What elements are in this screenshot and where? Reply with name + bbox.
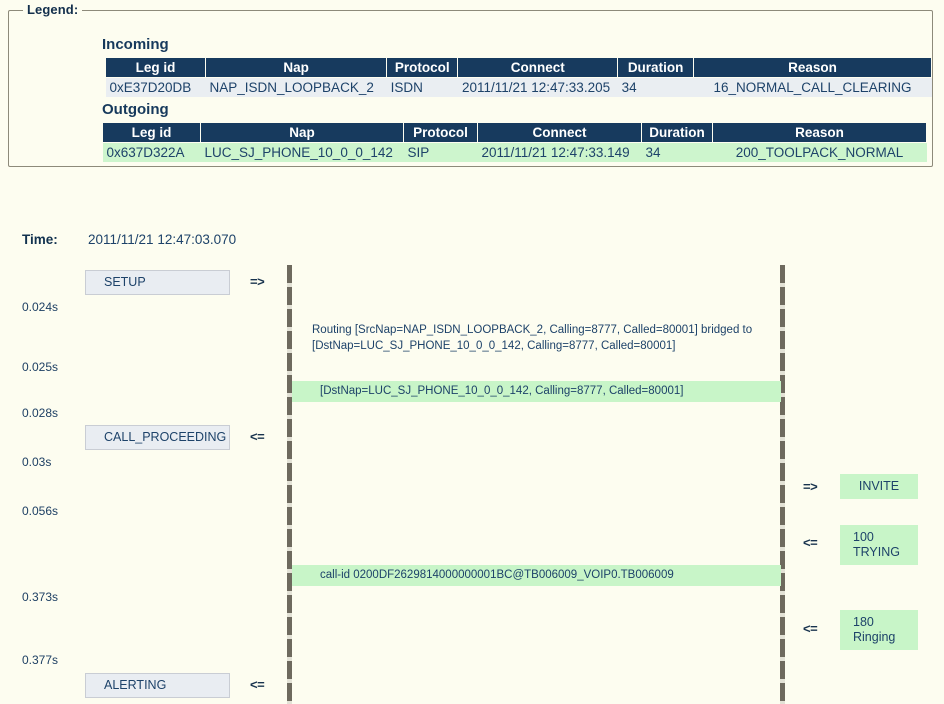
column-header-leg-id: Leg id bbox=[102, 122, 201, 143]
legend-panel: Legend: Incoming Leg id Nap Protocol Con… bbox=[8, 2, 933, 167]
cell-nap: NAP_ISDN_LOOPBACK_2 bbox=[205, 77, 387, 97]
timestamp-4: 0.056s bbox=[22, 504, 59, 518]
table-row: 0xE37D20DB NAP_ISDN_LOOPBACK_2 ISDN 2011… bbox=[105, 77, 932, 97]
column-header-duration: Duration bbox=[617, 57, 695, 78]
column-header-connect: Connect bbox=[477, 122, 642, 143]
timestamp-3: 0.03s bbox=[22, 455, 52, 469]
incoming-leg-table: Leg id Nap Protocol Connect Duration Rea… bbox=[104, 57, 932, 97]
call-flow-ladder: Time: 2011/11/21 12:47:03.070 0.024s 0.02… bbox=[0, 180, 944, 704]
column-header-reason: Reason bbox=[693, 57, 932, 78]
timestamp-2: 0.028s bbox=[22, 406, 59, 420]
time-value: 2011/11/21 12:47:03.070 bbox=[88, 232, 237, 247]
callid-note: call-id 0200DF2629814000000001BC@TB00600… bbox=[292, 565, 781, 586]
timestamp-0: 0.024s bbox=[22, 300, 59, 314]
column-header-leg-id: Leg id bbox=[104, 57, 207, 78]
column-header-protocol: Protocol bbox=[403, 122, 478, 143]
cell-leg-id: 0xE37D20DB bbox=[105, 77, 206, 97]
lifeline-incoming-leg bbox=[287, 265, 292, 704]
timestamp-1: 0.025s bbox=[22, 360, 59, 374]
column-header-duration: Duration bbox=[641, 122, 713, 143]
timestamp-6: 0.377s bbox=[22, 653, 59, 667]
message-box-invite[interactable]: INVITE bbox=[840, 474, 918, 499]
lifeline-outgoing-leg bbox=[780, 265, 785, 704]
time-label: Time: bbox=[22, 232, 58, 247]
cell-protocol: ISDN bbox=[386, 77, 458, 97]
outgoing-leg-table: Leg id Nap Protocol Connect Duration Rea… bbox=[102, 122, 927, 162]
legend-title: Legend: bbox=[23, 2, 83, 17]
cell-duration: 34 bbox=[617, 77, 694, 97]
cell-protocol: SIP bbox=[403, 142, 478, 162]
message-box-alerting[interactable]: ALERTING bbox=[85, 673, 230, 698]
message-box-180-ringing[interactable]: 180 Ringing bbox=[840, 610, 918, 650]
message-box-call-proceeding[interactable]: CALL_PROCEEDING bbox=[85, 425, 230, 450]
arrow-100-trying-icon: <= bbox=[803, 535, 818, 550]
cell-nap: LUC_SJ_PHONE_10_0_0_142 bbox=[200, 142, 404, 162]
message-box-setup[interactable]: SETUP bbox=[85, 270, 230, 295]
column-header-protocol: Protocol bbox=[386, 57, 459, 78]
column-header-nap: Nap bbox=[205, 57, 388, 78]
outgoing-section-title: Outgoing bbox=[102, 101, 169, 118]
table-header-row: Leg id Nap Protocol Connect Duration Rea… bbox=[104, 57, 932, 78]
cell-reason: 200_TOOLPACK_NORMAL bbox=[712, 142, 927, 162]
arrow-alerting-icon: <= bbox=[250, 677, 265, 692]
incoming-section-title: Incoming bbox=[102, 36, 169, 53]
column-header-nap: Nap bbox=[200, 122, 404, 143]
cell-connect: 2011/11/21 12:47:33.205 bbox=[457, 77, 618, 97]
cell-reason: 16_NORMAL_CALL_CLEARING bbox=[693, 77, 932, 97]
cell-connect: 2011/11/21 12:47:33.149 bbox=[477, 142, 642, 162]
table-row: 0x637D322A LUC_SJ_PHONE_10_0_0_142 SIP 2… bbox=[102, 142, 927, 162]
column-header-connect: Connect bbox=[457, 57, 619, 78]
cell-leg-id: 0x637D322A bbox=[102, 142, 201, 162]
arrow-invite-icon: => bbox=[803, 479, 818, 494]
arrow-180-ringing-icon: <= bbox=[803, 621, 818, 636]
column-header-reason: Reason bbox=[712, 122, 927, 143]
arrow-call-proceeding-icon: <= bbox=[250, 429, 265, 444]
arrow-setup-icon: => bbox=[250, 274, 265, 289]
cell-duration: 34 bbox=[641, 142, 713, 162]
table-header-row: Leg id Nap Protocol Connect Duration Rea… bbox=[102, 122, 927, 143]
message-box-100-trying[interactable]: 100 TRYING bbox=[840, 525, 918, 565]
routing-note: Routing [SrcNap=NAP_ISDN_LOOPBACK_2, Cal… bbox=[312, 324, 753, 352]
timestamp-5: 0.373s bbox=[22, 590, 59, 604]
dstnap-note: [DstNap=LUC_SJ_PHONE_10_0_0_142, Calling… bbox=[292, 381, 781, 402]
